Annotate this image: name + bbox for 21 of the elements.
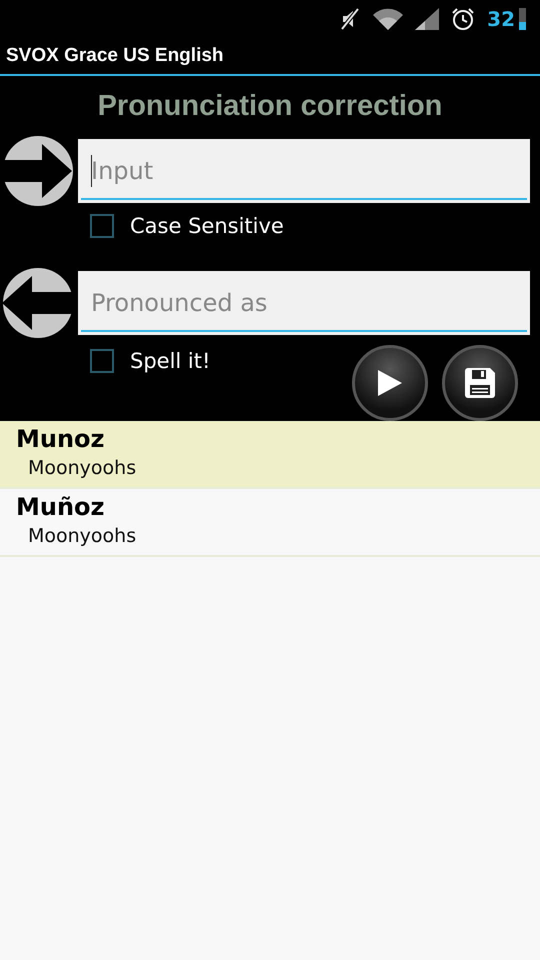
case-sensitive-checkbox[interactable] [90,214,114,238]
window-title: SVOX Grace US English [6,45,224,67]
entry-row[interactable]: Munoz Moonyoohs [0,421,540,489]
entry-pronunciation: Moonyoohs [27,457,138,479]
wifi-icon [373,8,404,30]
entry-word: Munoz [16,425,106,453]
battery-icon [519,8,526,30]
screen-heading: Pronunciation correction [96,89,444,123]
spell-it-checkbox[interactable] [90,349,114,373]
entry-row[interactable]: Muñoz Moonyoohs [0,489,540,557]
entry-pronunciation: Moonyoohs [27,525,138,547]
case-sensitive-label: Case Sensitive [130,214,284,238]
play-icon [378,370,402,396]
battery-percent: 32 [487,7,515,31]
input-field[interactable]: Input [78,139,530,203]
entry-word: Muñoz [16,493,106,521]
pronounced-as-field[interactable]: Pronounced as [78,271,530,335]
signal-icon [415,8,440,30]
alarm-icon [451,7,476,31]
spell-it-label: Spell it! [130,349,210,373]
mute-icon [339,7,362,31]
